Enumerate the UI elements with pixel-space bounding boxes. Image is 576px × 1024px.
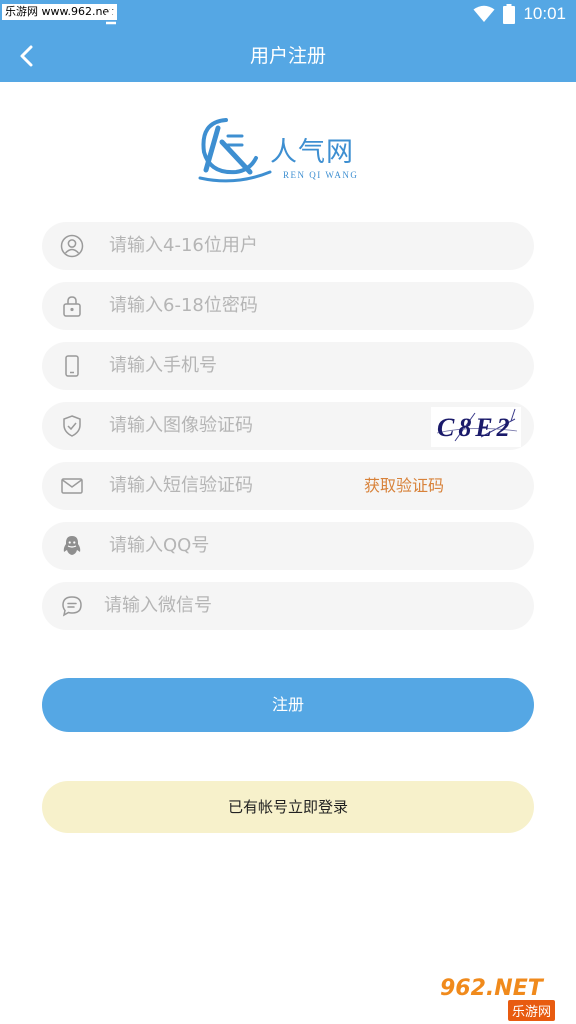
wechat-field[interactable]: 请输入微信号	[42, 582, 534, 630]
watermark-bottom-top: 962.NET	[440, 976, 543, 1001]
user-icon	[60, 234, 84, 258]
watermark-bottom-text: 乐游网	[508, 1000, 556, 1021]
logo: 人气网 REN QI WANG	[196, 112, 386, 188]
wechat-placeholder: 请输入微信号	[104, 595, 212, 616]
lock-icon	[63, 296, 81, 317]
captcha-field[interactable]: 请输入图像验证码 C8E2	[42, 402, 534, 450]
username-field[interactable]: 请输入4-16位用户	[42, 222, 534, 270]
login-link-button[interactable]: 已有帐号立即登录	[42, 781, 534, 833]
logo-subtitle: REN QI WANG	[283, 170, 359, 180]
title-bar: 用户注册	[0, 30, 576, 82]
password-field[interactable]: 请输入6-18位密码	[42, 282, 534, 330]
notification-icons	[105, 6, 117, 25]
wechat-icon	[62, 596, 82, 617]
watermark-bottom: 962.NET 乐游网	[438, 976, 572, 1021]
battery-icon	[503, 4, 516, 24]
watermark-top: 乐游网 www.962.net	[2, 4, 117, 20]
mail-icon	[61, 478, 83, 494]
qq-icon	[63, 536, 81, 555]
shield-icon	[63, 415, 81, 437]
sms-code-field[interactable]: 请输入短信验证码 获取验证码	[42, 462, 534, 510]
password-placeholder: 请输入6-18位密码	[109, 295, 258, 316]
wifi-icon	[473, 5, 495, 22]
username-placeholder: 请输入4-16位用户	[109, 235, 258, 256]
qq-placeholder: 请输入QQ号	[109, 535, 210, 556]
logo-title: 人气网	[270, 137, 354, 168]
page-title: 用户注册	[249, 45, 326, 67]
logo-mark-icon	[198, 118, 272, 183]
back-arrow-icon[interactable]	[14, 42, 42, 70]
sms-code-placeholder: 请输入短信验证码	[109, 475, 253, 496]
phone-field[interactable]: 请输入手机号	[42, 342, 534, 390]
qq-field[interactable]: 请输入QQ号	[42, 522, 534, 570]
status-time: 10:01	[523, 4, 566, 23]
get-sms-code-button[interactable]: 获取验证码	[364, 462, 444, 510]
phone-placeholder: 请输入手机号	[109, 355, 217, 376]
phone-icon	[65, 355, 79, 377]
captcha-text: C8E2	[437, 413, 514, 442]
register-button[interactable]: 注册	[42, 678, 534, 732]
captcha-placeholder: 请输入图像验证码	[109, 415, 253, 436]
captcha-image[interactable]: C8E2	[431, 407, 521, 447]
status-bar: 乐游网 www.962.net 10:01	[0, 0, 576, 30]
